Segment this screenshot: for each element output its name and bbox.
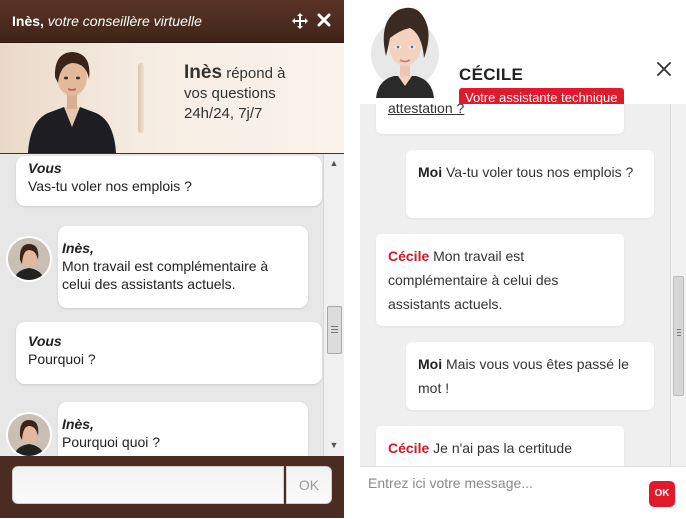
assistant-message: Cécile Je n'ai pas la certitude — [376, 426, 624, 466]
message-text: Vas-tu voler nos emplois ? — [28, 178, 192, 194]
message-sender: Moi — [418, 164, 443, 180]
banner-line3: 24h/24, 7j/7 — [184, 105, 263, 122]
banner-line1: répond à — [226, 65, 286, 82]
ines-message-input[interactable] — [12, 466, 284, 504]
ines-banner-text: Inès répond à vos questions 24h/24, 7j/7 — [184, 63, 334, 124]
ines-ok-button[interactable]: OK — [286, 466, 332, 504]
ines-title-name: Inès, — [12, 13, 44, 29]
ines-chat-widget: Inès, votre conseillère virtuelle Inès r… — [0, 0, 344, 518]
cecile-header: CÉCILE Votre assistante technique — [360, 7, 686, 108]
ines-title: Inès, votre conseillère virtuelle — [12, 13, 202, 29]
message-input[interactable]: Entrez ici votre message... — [368, 473, 638, 497]
cecile-name: CÉCILE — [459, 65, 524, 84]
cecile-input-bar: Entrez ici votre message... OK — [360, 466, 686, 519]
cecile-conversation[interactable]: attestation ? Moi Va-tu voler tous nos e… — [360, 104, 670, 466]
ines-banner: Inès répond à vos questions 24h/24, 7j/7 — [0, 43, 344, 153]
ines-scrollbar[interactable]: ▲ ▼ — [323, 154, 344, 456]
assistant-message: Inès, Pourquoi quoi ? — [58, 402, 308, 456]
banner-separator — [138, 63, 144, 133]
cecile-chat-widget: CÉCILE Votre assistante technique attest… — [360, 0, 686, 519]
ines-avatar — [8, 238, 50, 280]
message-link[interactable]: attestation ? — [388, 104, 464, 116]
close-icon[interactable] — [657, 62, 671, 76]
scroll-up-arrow-icon[interactable]: ▲ — [329, 158, 339, 168]
message-text: Pourquoi ? — [28, 351, 96, 367]
message-text: Pourquoi quoi ? — [62, 434, 161, 450]
ines-avatar-large — [28, 52, 116, 153]
scrollbar-thumb[interactable] — [673, 276, 684, 396]
send-ok-button[interactable]: OK — [649, 481, 675, 507]
message-text: Je n'ai pas la certitude — [433, 440, 573, 456]
message-sender: Moi — [418, 356, 443, 372]
ines-input-bar: OK — [0, 456, 344, 518]
banner-line2: vos questions — [184, 85, 276, 102]
move-icon[interactable] — [291, 12, 309, 30]
ines-title-bar[interactable]: Inès, votre conseillère virtuelle — [0, 0, 344, 43]
message-sender: Vous — [28, 160, 62, 176]
assistant-message: attestation ? — [376, 104, 624, 134]
assistant-message: Inès, Mon travail est complémentaire à c… — [58, 226, 308, 308]
message-text-line: celui des assistants actuels. — [62, 276, 236, 292]
ines-title-role: votre conseillère virtuelle — [47, 13, 202, 29]
message-sender: Inès, — [62, 240, 94, 256]
message-sender: Vous — [28, 333, 62, 349]
message-text-line: Mon travail est complémentaire à — [62, 258, 269, 274]
ines-conversation[interactable]: Vous Vas-tu voler nos emplois ? Inès, Mo… — [0, 154, 344, 456]
scrollbar-thumb[interactable] — [327, 306, 342, 354]
close-icon[interactable] — [316, 12, 332, 28]
message-sender: Cécile — [388, 440, 430, 456]
message-text: Mais vous vous êtes passé le mot ! — [418, 356, 629, 396]
cecile-scrollbar[interactable] — [670, 104, 686, 466]
user-message: Moi Mais vous vous êtes passé le mot ! — [406, 342, 654, 410]
ines-avatar — [8, 414, 50, 456]
cecile-avatar — [371, 7, 439, 98]
message-text: Va-tu voler tous nos emplois ? — [446, 164, 634, 180]
assistant-message: Cécile Mon travail est complémentaire à … — [376, 234, 624, 326]
scroll-down-arrow-icon[interactable]: ▼ — [329, 440, 339, 450]
user-message: Vous Vas-tu voler nos emplois ? — [16, 156, 322, 206]
user-message: Vous Pourquoi ? — [16, 322, 322, 384]
user-message: Moi Va-tu voler tous nos emplois ? — [406, 150, 654, 218]
message-sender: Cécile — [388, 248, 430, 264]
message-sender: Inès, — [62, 416, 94, 432]
banner-name: Inès — [184, 62, 223, 83]
